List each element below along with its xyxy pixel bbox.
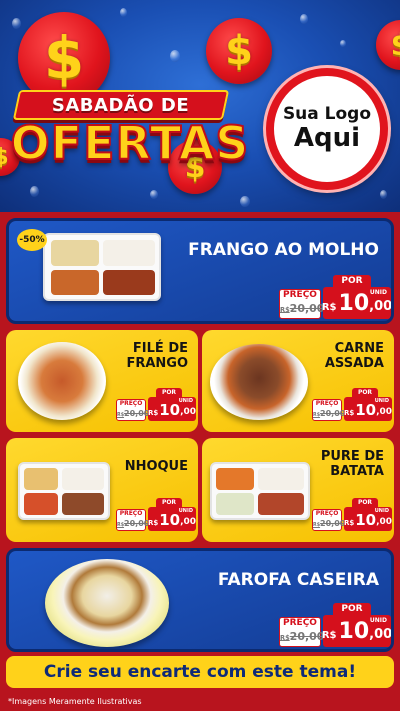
flyer-page: $ $ $ $ $ SABADÃO DE OFERTAS Sua Logo Aq… xyxy=(0,0,400,711)
food-tray-image xyxy=(210,462,310,520)
price-tag: POR PREÇO R$20,00 R$ 10 ,00 UNID xyxy=(279,603,391,649)
water-drop xyxy=(170,50,180,62)
water-drop xyxy=(30,186,39,197)
product-card-carne-assada[interactable]: CARNE ASSADA POR PREÇO R$20,00 R$ 10 ,00 … xyxy=(202,330,394,432)
logo-line-2: Aqui xyxy=(293,123,361,154)
water-drop xyxy=(340,40,346,47)
logo-placeholder[interactable]: Sua Logo Aqui xyxy=(266,68,388,190)
water-drop xyxy=(150,190,158,199)
food-bowl-image xyxy=(18,342,106,420)
header-banner: $ $ $ $ $ SABADÃO DE OFERTAS Sua Logo Aq… xyxy=(0,0,400,212)
water-drop xyxy=(380,190,387,199)
water-drop xyxy=(120,8,127,17)
cta-banner[interactable]: Crie seu encarte com este tema! xyxy=(6,656,394,688)
food-bowl-image xyxy=(45,559,169,647)
product-name: FAROFA CASEIRA xyxy=(217,570,379,590)
food-carrot xyxy=(51,270,99,295)
product-name: CARNE ASSADA xyxy=(324,341,384,371)
product-name: FILÉ DE FRANGO xyxy=(126,341,188,371)
dollar-coin-icon: $ xyxy=(376,20,400,70)
food-bowl-image xyxy=(210,344,308,420)
title-top-text: SABADÃO DE xyxy=(52,94,190,116)
product-name: PURE DE BATATA xyxy=(320,449,384,479)
food-salad xyxy=(51,240,99,266)
food-rice xyxy=(103,240,155,266)
water-drop xyxy=(300,14,308,24)
product-name: FRANGO AO MOLHO xyxy=(188,240,379,260)
discount-badge: -50% xyxy=(17,229,47,251)
product-card-farofa-caseira[interactable]: FAROFA CASEIRA POR PREÇO R$20,00 R$ 10 ,… xyxy=(6,548,394,652)
food-tray-image xyxy=(43,233,161,301)
price-tag: POR PREÇO R$20,00 R$ 10 ,00 UNID xyxy=(116,498,197,531)
food-chicken xyxy=(103,270,155,295)
price-tag: POR PREÇO R$20,00 R$ 10 ,00 UNID xyxy=(312,498,393,531)
title-main: OFERTAS xyxy=(8,114,252,172)
product-name: NHOQUE xyxy=(124,459,188,474)
old-price-box: PREÇO R$20,00 xyxy=(279,289,324,319)
price-tag: POR PREÇO R$20,00 R$ 10 ,00 UNID xyxy=(279,275,391,321)
title-main-text: OFERTAS xyxy=(10,115,250,171)
price-por-label: POR xyxy=(333,275,371,287)
new-price-box: R$ 10 ,00 UNID xyxy=(322,287,391,319)
food-tray-image xyxy=(18,462,110,520)
water-drop xyxy=(240,196,250,207)
water-drop xyxy=(12,18,21,29)
price-tag: POR PREÇO R$20,00 R$ 10 ,00 UNID xyxy=(116,388,197,421)
dollar-coin-icon: $ xyxy=(206,18,272,84)
logo-line-1: Sua Logo xyxy=(282,104,372,125)
product-card-nhoque[interactable]: NHOQUE POR PREÇO R$20,00 R$ 10 ,00 UNID xyxy=(6,438,198,542)
product-card-file-de-frango[interactable]: FILÉ DE FRANGO POR PREÇO R$20,00 R$ 10 ,0… xyxy=(6,330,198,432)
product-card-pure-de-batata[interactable]: PURE DE BATATA POR PREÇO R$20,00 R$ 10 ,0… xyxy=(202,438,394,542)
price-tag: POR PREÇO R$20,00 R$ 10 ,00 UNID xyxy=(312,388,393,421)
product-card-frango-ao-molho[interactable]: -50% FRANGO AO MOLHO POR PREÇO R$20,00 R… xyxy=(6,218,394,324)
disclaimer-text: *Imagens Meramente Ilustrativas xyxy=(8,697,142,706)
